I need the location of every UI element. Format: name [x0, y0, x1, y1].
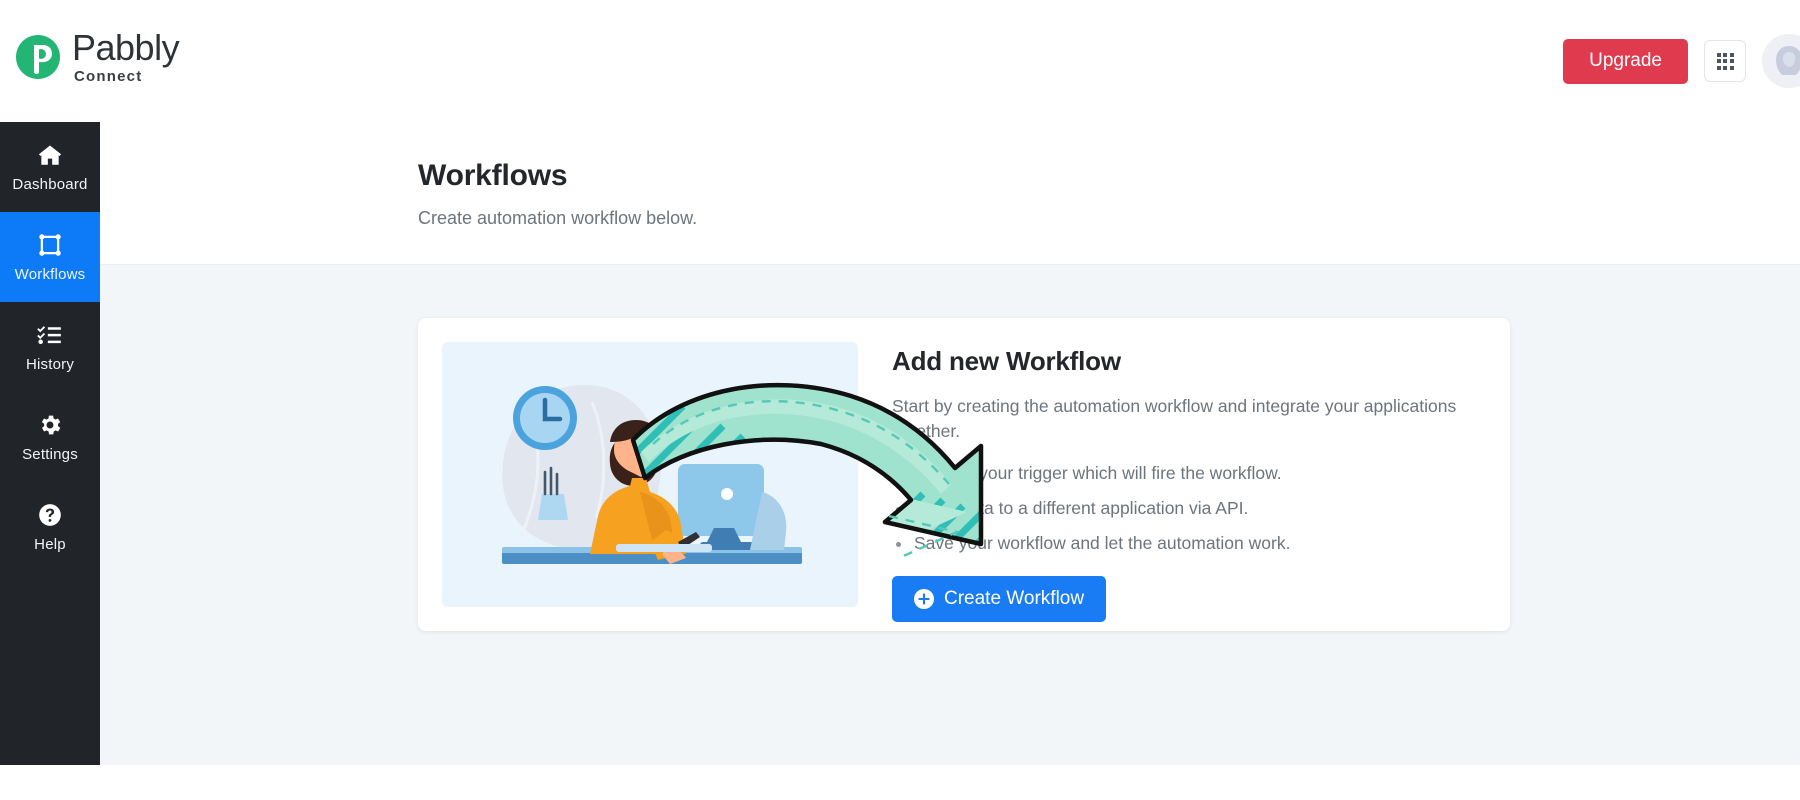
card-description: Start by creating the automation workflo… [892, 396, 1457, 442]
top-bar: Pabbly Connect Upgrade [0, 0, 1800, 122]
sidebar-item-label: Dashboard [12, 175, 88, 193]
sidebar-item-workflows[interactable]: Workflows [0, 212, 100, 302]
sidebar-item-label: Workflows [14, 265, 86, 283]
sidebar-item-settings[interactable]: Settings [0, 392, 100, 482]
app-root: Pabbly Connect Upgrade Dashboard Workflo… [0, 0, 1800, 800]
pabbly-logo-icon [14, 33, 62, 81]
gear-icon [37, 412, 63, 438]
page-header: Workflows Create automation workflow bel… [100, 122, 1800, 265]
sidebar-item-label: Help [34, 535, 66, 553]
card-title: Add new Workflow [892, 346, 1121, 376]
user-avatar-icon [1762, 34, 1800, 88]
list-item: Save your workflow and let the automatio… [892, 533, 1486, 554]
workflow-nodes-icon [37, 232, 63, 258]
brand-logo[interactable]: Pabbly Connect [14, 27, 180, 85]
sidebar-item-label: Settings [22, 445, 78, 463]
sidebar-item-history[interactable]: History [0, 302, 100, 392]
checklist-icon [37, 322, 63, 348]
home-icon [37, 142, 63, 168]
page-subtitle: Create automation workflow below. [418, 208, 698, 228]
card-bullet-list: Choose your trigger which will fire the … [892, 463, 1486, 554]
sidebar-item-dashboard[interactable]: Dashboard [0, 122, 100, 212]
upgrade-button[interactable]: Upgrade [1563, 38, 1688, 84]
top-bar-actions: Upgrade [1563, 34, 1800, 88]
list-item: Choose your trigger which will fire the … [892, 463, 1486, 484]
brand-product: Connect [74, 68, 143, 85]
person-at-desk-with-arrow-illustration [442, 342, 858, 607]
brand-text: Pabbly Connect [72, 27, 180, 85]
grid-apps-icon [1716, 52, 1734, 70]
page-title: Workflows [418, 159, 568, 192]
sidebar-item-help[interactable]: Help [0, 482, 100, 572]
content-area: Add new Workflow Start by creating the a… [100, 265, 1800, 765]
card-body: Add new Workflow Start by creating the a… [892, 342, 1486, 622]
list-item: Send data to a different application via… [892, 498, 1486, 519]
question-circle-icon [37, 502, 63, 528]
sidebar: Dashboard Workflows History Settings Hel… [0, 122, 100, 765]
sidebar-item-label: History [25, 355, 75, 373]
apps-menu-button[interactable] [1704, 40, 1746, 82]
page-bottom-strip [0, 765, 1800, 800]
avatar[interactable] [1762, 34, 1800, 88]
create-workflow-button[interactable]: Create Workflow [892, 575, 1107, 622]
plus-circle-icon [914, 588, 934, 609]
brand-name: Pabbly [72, 27, 180, 68]
add-workflow-card: Add new Workflow Start by creating the a… [418, 318, 1510, 631]
create-workflow-label: Create Workflow [944, 587, 1085, 609]
